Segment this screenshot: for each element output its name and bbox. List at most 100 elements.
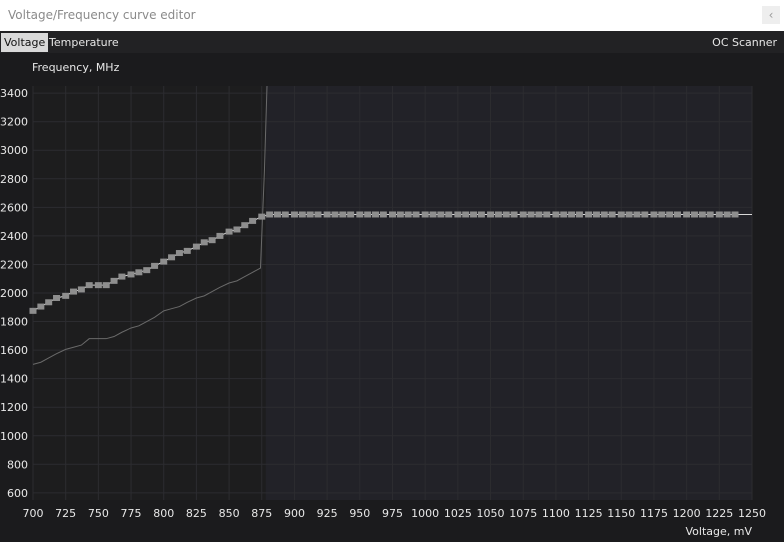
curve-point[interactable] (421, 211, 429, 218)
curve-point[interactable] (192, 243, 200, 250)
x-tick-label: 1100 (542, 507, 570, 520)
curve-point[interactable] (698, 211, 706, 218)
curve-point[interactable] (396, 211, 404, 218)
curve-point[interactable] (281, 211, 289, 218)
curve-point[interactable] (690, 211, 698, 218)
curve-point[interactable] (29, 307, 37, 314)
curve-point[interactable] (372, 211, 380, 218)
curve-point[interactable] (200, 239, 208, 246)
curve-point[interactable] (208, 237, 216, 244)
curve-point[interactable] (183, 247, 191, 254)
curve-point[interactable] (160, 258, 168, 265)
curve-point[interactable] (445, 211, 453, 218)
curve-point[interactable] (519, 211, 527, 218)
vf-chart[interactable]: Frequency, MHz Voltage, mV 700 725 750 775 8… (0, 53, 784, 542)
curve-point[interactable] (85, 282, 93, 289)
tab-voltage[interactable]: Voltage (1, 33, 49, 52)
curve-point[interactable] (617, 211, 625, 218)
y-tick-label: 2400 (0, 230, 28, 243)
curve-point[interactable] (494, 211, 502, 218)
curve-point[interactable] (543, 211, 551, 218)
curve-point[interactable] (339, 211, 347, 218)
curve-point[interactable] (266, 211, 274, 218)
curve-point[interactable] (412, 211, 420, 218)
curve-point[interactable] (356, 211, 364, 218)
curve-point[interactable] (118, 273, 126, 280)
curve-point[interactable] (658, 211, 666, 218)
tab-temperature[interactable]: Temperature (46, 33, 122, 52)
curve-point[interactable] (53, 294, 61, 301)
curve-point[interactable] (151, 262, 159, 269)
x-tick-label: 750 (88, 507, 109, 520)
curve-point[interactable] (364, 211, 372, 218)
curve-point[interactable] (290, 211, 298, 218)
close-icon[interactable]: ‹ (762, 6, 780, 24)
curve-point[interactable] (585, 211, 593, 218)
curve-point[interactable] (641, 211, 649, 218)
curve-point[interactable] (462, 211, 470, 218)
curve-point[interactable] (347, 211, 355, 218)
curve-point[interactable] (487, 211, 495, 218)
curve-point[interactable] (592, 211, 600, 218)
curve-point[interactable] (233, 226, 241, 233)
x-tick-label: 1025 (444, 507, 472, 520)
curve-point[interactable] (560, 211, 568, 218)
curve-point[interactable] (323, 211, 331, 218)
y-tick-label: 1400 (0, 373, 28, 386)
curve-point[interactable] (723, 211, 731, 218)
curve-point[interactable] (306, 211, 314, 218)
curve-point[interactable] (454, 211, 462, 218)
curve-point[interactable] (379, 211, 387, 218)
curve-point[interactable] (102, 282, 110, 289)
curve-point[interactable] (62, 292, 70, 299)
curve-point[interactable] (45, 299, 53, 306)
curve-point[interactable] (94, 282, 102, 289)
curve-point[interactable] (135, 269, 143, 276)
curve-point[interactable] (389, 211, 396, 218)
curve-point[interactable] (437, 211, 445, 218)
curve-point[interactable] (331, 211, 339, 218)
curve-point[interactable] (249, 217, 257, 224)
curve-point[interactable] (552, 211, 560, 218)
curve-point[interactable] (535, 211, 543, 218)
y-tick-label: 3200 (0, 116, 28, 129)
curve-point[interactable] (666, 211, 674, 218)
curve-point[interactable] (650, 211, 658, 218)
curve-point[interactable] (298, 211, 306, 218)
curve-point[interactable] (633, 211, 641, 218)
curve-point[interactable] (168, 254, 176, 261)
oc-scanner-button[interactable]: OC Scanner (709, 33, 780, 52)
curve-point[interactable] (110, 277, 118, 284)
curve-point[interactable] (575, 211, 583, 218)
vf-chart-svg[interactable]: Frequency, MHz Voltage, mV 700 725 750 775 8… (0, 53, 784, 542)
curve-point[interactable] (77, 286, 85, 293)
curve-point[interactable] (510, 211, 518, 218)
curve-point[interactable] (175, 250, 183, 257)
curve-point[interactable] (37, 303, 45, 310)
curve-point[interactable] (258, 213, 266, 220)
curve-point[interactable] (608, 211, 616, 218)
curve-point[interactable] (273, 211, 281, 218)
curve-point[interactable] (429, 211, 437, 218)
curve-point[interactable] (404, 211, 412, 218)
curve-point[interactable] (216, 232, 224, 239)
curve-point[interactable] (502, 211, 510, 218)
curve-point[interactable] (70, 288, 78, 295)
curve-point[interactable] (143, 267, 151, 274)
curve-point[interactable] (314, 211, 322, 218)
curve-point[interactable] (527, 211, 535, 218)
curve-point[interactable] (127, 271, 135, 278)
curve-point[interactable] (715, 211, 723, 218)
curve-point[interactable] (241, 222, 249, 229)
curve-point[interactable] (625, 211, 633, 218)
x-tick-label: 825 (186, 507, 207, 520)
curve-point[interactable] (568, 211, 576, 218)
curve-point[interactable] (470, 211, 478, 218)
curve-point[interactable] (673, 211, 681, 218)
curve-point[interactable] (225, 228, 233, 235)
curve-point[interactable] (706, 211, 714, 218)
curve-point[interactable] (683, 211, 691, 218)
curve-point[interactable] (477, 211, 485, 218)
curve-point[interactable] (731, 211, 739, 218)
curve-point[interactable] (600, 211, 608, 218)
